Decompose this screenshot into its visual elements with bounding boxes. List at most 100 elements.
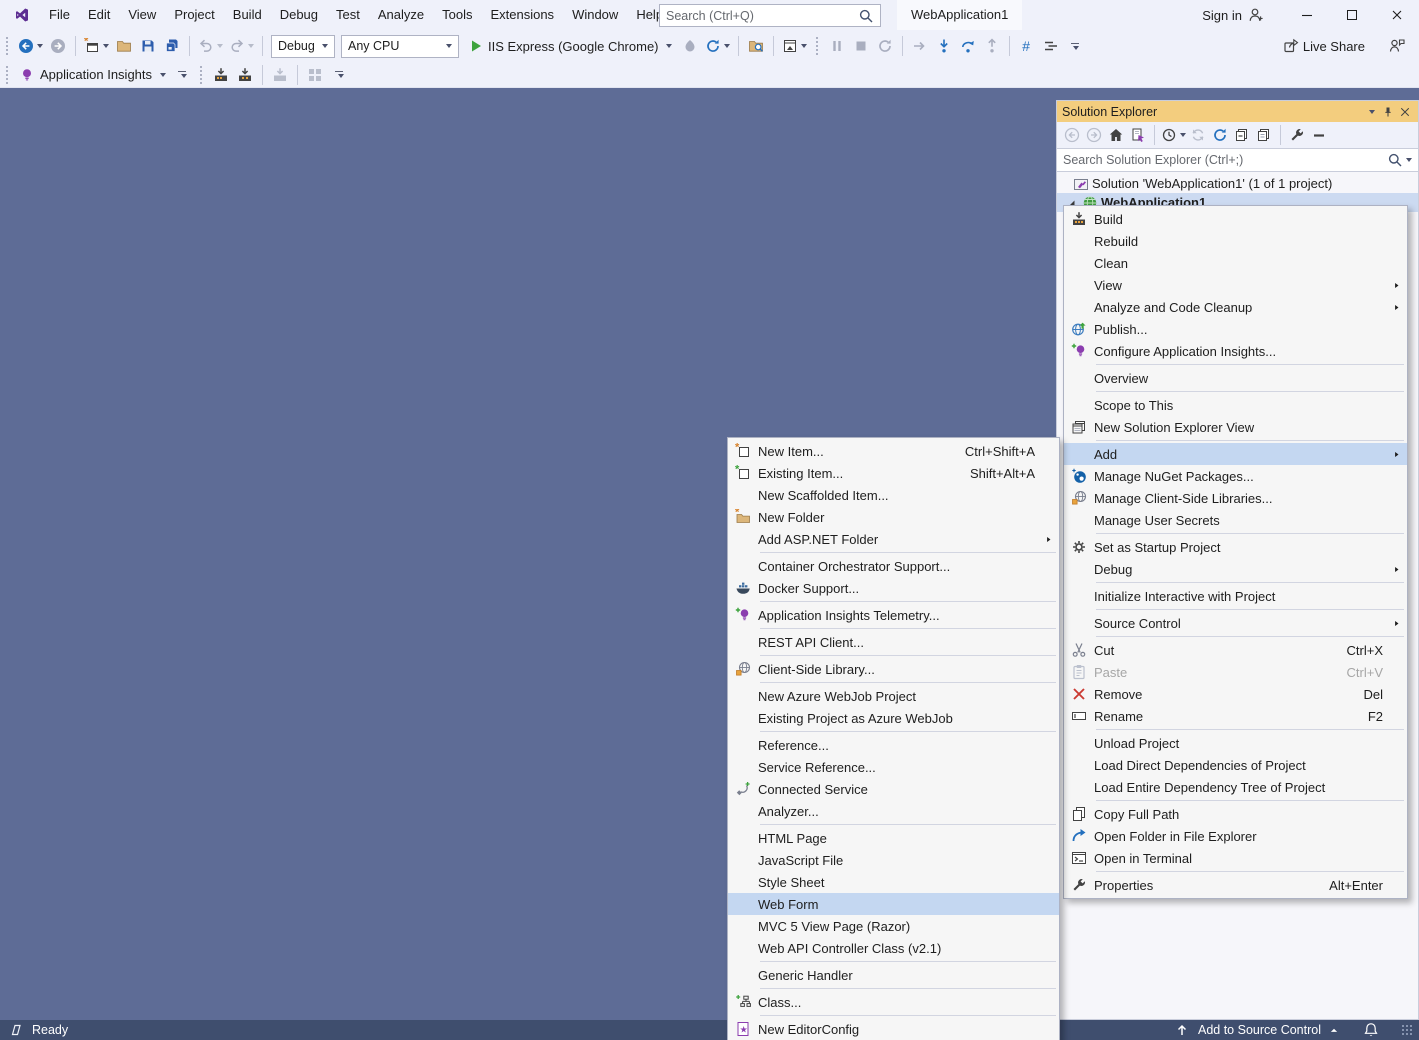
add-submenu-item-docker-support[interactable]: Docker Support... [728,577,1059,599]
save-all-button[interactable] [161,34,183,58]
menu-window[interactable]: Window [563,0,627,30]
tree-item-solution-webapplication1-1-of-1-project[interactable]: Solution 'WebApplication1' (1 of 1 proje… [1057,174,1418,193]
close-panel-button[interactable] [1396,104,1413,120]
solution-configurations-combo[interactable]: Debug [271,35,335,58]
context-menu-item-debug[interactable]: Debug [1064,558,1407,580]
toolbar-overflow-button[interactable] [171,63,193,87]
add-submenu-item-client-side-library[interactable]: Client-Side Library... [728,658,1059,680]
add-submenu-item-container-orchestrator-support[interactable]: Container Orchestrator Support... [728,555,1059,577]
resize-grip[interactable] [1401,1024,1413,1036]
se-forward-button[interactable] [1084,124,1104,146]
add-submenu-item-web-api-controller-class-v2-1[interactable]: Web API Controller Class (v2.1) [728,937,1059,959]
search-icon[interactable] [858,8,874,24]
context-menu-item-build[interactable]: Build [1064,208,1407,230]
telemetry-analytics-button[interactable] [234,63,256,87]
add-submenu-item-javascript-file[interactable]: JavaScript File [728,849,1059,871]
add-submenu-item-new-item[interactable]: * New Item... Ctrl+Shift+A [728,440,1059,462]
restart-gray-button[interactable] [874,34,896,58]
context-menu-item-analyze-and-code-cleanup[interactable]: Analyze and Code Cleanup [1064,296,1407,318]
background-tasks-icon[interactable] [8,1022,24,1038]
start-debugging-button[interactable]: IIS Express (Google Chrome) [463,34,677,58]
window-position-button[interactable] [1362,104,1379,120]
notifications-bell-icon[interactable] [1363,1022,1379,1038]
menu-edit[interactable]: Edit [79,0,119,30]
context-menu-item-paste[interactable]: Paste Ctrl+V [1064,661,1407,683]
context-menu-item-clean[interactable]: Clean [1064,252,1407,274]
step-into-button[interactable] [933,34,955,58]
switch-view-button[interactable] [1128,124,1148,146]
add-submenu-item-new-scaffolded-item[interactable]: New Scaffolded Item... [728,484,1059,506]
add-submenu-item-service-reference[interactable]: Service Reference... [728,756,1059,778]
context-menu-item-view[interactable]: View [1064,274,1407,296]
add-submenu-item-new-editorconfig[interactable]: ★ New EditorConfig [728,1018,1059,1040]
quick-search-input[interactable]: Search (Ctrl+Q) [659,4,881,27]
find-in-files-button[interactable] [745,34,767,58]
menu-tools[interactable]: Tools [433,0,481,30]
add-submenu-item-new-azure-webjob-project[interactable]: New Azure WebJob Project [728,685,1059,707]
syntax-visualizer-button[interactable]: # [1016,34,1038,58]
menu-view[interactable]: View [119,0,165,30]
context-menu-item-publish[interactable]: Publish... [1064,318,1407,340]
context-menu-item-unload-project[interactable]: Unload Project [1064,732,1407,754]
caret-up-icon[interactable] [1329,1025,1339,1035]
add-submenu-item-web-form[interactable]: Web Form [728,893,1059,915]
pending-changes-button[interactable] [1161,124,1186,146]
sync-button[interactable] [1188,124,1208,146]
toolbar-overflow-button[interactable] [328,63,350,87]
minimize-button[interactable] [1284,0,1329,30]
add-submenu-item-html-page[interactable]: HTML Page [728,827,1059,849]
menu-build[interactable]: Build [224,0,271,30]
se-back-button[interactable] [1062,124,1082,146]
nav-back-button[interactable] [16,34,45,58]
telemetry-grid-button[interactable] [304,63,326,87]
wrench-button[interactable] [1287,124,1307,146]
close-button[interactable] [1374,0,1419,30]
add-submenu-item-generic-handler[interactable]: Generic Handler [728,964,1059,986]
menu-extensions[interactable]: Extensions [481,0,563,30]
menu-file[interactable]: File [40,0,79,30]
refresh-button[interactable] [1210,124,1230,146]
add-submenu-item-reference[interactable]: Reference... [728,734,1059,756]
save-button[interactable] [137,34,159,58]
add-submenu-item-existing-item[interactable]: * Existing Item... Shift+Alt+A [728,462,1059,484]
stop-button[interactable] [850,34,872,58]
context-menu-item-load-direct-dependencies-of-project[interactable]: Load Direct Dependencies of Project [1064,754,1407,776]
nav-forward-button[interactable] [47,34,69,58]
new-project-button[interactable]: * [82,34,111,58]
context-menu-item-open-in-terminal[interactable]: Open in Terminal [1064,847,1407,869]
collapse-all-button[interactable] [1232,124,1252,146]
home-button[interactable] [1106,124,1126,146]
show-next-statement-button[interactable] [909,34,931,58]
menu-project[interactable]: Project [165,0,223,30]
context-menu-item-rebuild[interactable]: Rebuild [1064,230,1407,252]
context-menu-item-cut[interactable]: Cut Ctrl+X [1064,639,1407,661]
menu-analyze[interactable]: Analyze [369,0,433,30]
solution-explorer-search-input[interactable]: Search Solution Explorer (Ctrl+;) [1057,148,1418,172]
context-menu-item-manage-client-side-libraries[interactable]: Manage Client-Side Libraries... [1064,487,1407,509]
context-menu-item-manage-nuget-packages[interactable]: Manage NuGet Packages... [1064,465,1407,487]
add-submenu-item-add-asp-net-folder[interactable]: Add ASP.NET Folder [728,528,1059,550]
context-menu-item-configure-application-insights[interactable]: Configure Application Insights... [1064,340,1407,362]
context-menu-item-remove[interactable]: Remove Del [1064,683,1407,705]
step-over-button[interactable] [957,34,979,58]
solution-platforms-combo[interactable]: Any CPU [341,35,459,58]
maximize-button[interactable] [1329,0,1374,30]
menu-debug[interactable]: Debug [271,0,327,30]
add-submenu-item-class[interactable]: Class... [728,991,1059,1013]
hot-reload-button[interactable] [679,34,701,58]
add-submenu-item-style-sheet[interactable]: Style Sheet [728,871,1059,893]
restart-app-button[interactable] [703,34,732,58]
context-menu-item-properties[interactable]: Properties Alt+Enter [1064,874,1407,896]
pin-button[interactable] [1379,104,1396,120]
context-menu-item-scope-to-this[interactable]: Scope to This [1064,394,1407,416]
context-menu-item-load-entire-dependency-tree-of-project[interactable]: Load Entire Dependency Tree of Project [1064,776,1407,798]
context-menu-item-copy-full-path[interactable]: Copy Full Path [1064,803,1407,825]
toolbar-grip[interactable] [815,36,820,56]
add-submenu-item-mvc-5-view-page-razor[interactable]: MVC 5 View Page (Razor) [728,915,1059,937]
undo-button[interactable] [196,34,225,58]
open-folder-button[interactable] [113,34,135,58]
telemetry-search-button[interactable] [210,63,232,87]
application-insights-dropdown[interactable]: Application Insights [15,67,170,83]
toolbar-grip[interactable] [5,36,10,56]
context-menu-item-set-as-startup-project[interactable]: Set as Startup Project [1064,536,1407,558]
